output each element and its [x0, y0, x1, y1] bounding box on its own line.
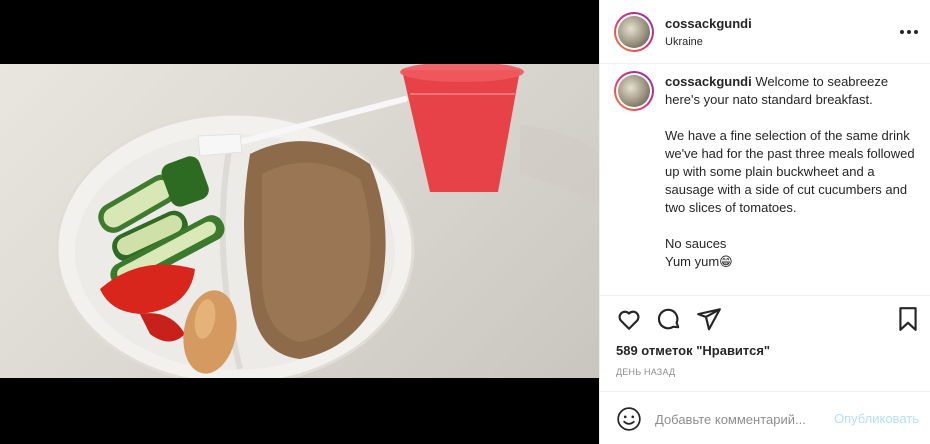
- more-horizontal-icon[interactable]: [899, 22, 919, 42]
- caption-line4: Yum yum😁: [665, 254, 733, 269]
- food-illustration: [55, 64, 599, 378]
- add-comment-bar: Опубликовать: [600, 391, 930, 444]
- post-date[interactable]: ДЕНЬ НАЗАД: [616, 367, 675, 377]
- caption-line2: We have a fine selection of the same dri…: [665, 128, 915, 215]
- heart-icon[interactable]: [616, 306, 642, 332]
- post-location[interactable]: Ukraine: [665, 36, 703, 48]
- post-sidebar: cossackgundi Ukraine cossackgundi Welcom…: [599, 0, 930, 444]
- post-actions: [600, 296, 930, 336]
- avatar[interactable]: [614, 12, 654, 52]
- comment-input[interactable]: [655, 408, 820, 430]
- post-username[interactable]: cossackgundi: [665, 16, 752, 31]
- caption-text: cossackgundi Welcome to seabreeze here's…: [665, 73, 920, 271]
- publish-button[interactable]: Опубликовать: [834, 411, 919, 426]
- bookmark-icon[interactable]: [895, 306, 921, 332]
- likes-count[interactable]: 589 отметок "Нравится": [616, 343, 770, 358]
- caption-avatar[interactable]: [614, 71, 654, 111]
- caption-area: cossackgundi Welcome to seabreeze here's…: [600, 64, 930, 296]
- caption-line3: No sauces: [665, 236, 727, 251]
- post-photo[interactable]: [0, 64, 599, 378]
- post-media: [0, 0, 599, 444]
- comment-icon[interactable]: [656, 306, 682, 332]
- smiley-icon[interactable]: [616, 406, 642, 432]
- post-header: cossackgundi Ukraine: [600, 0, 930, 64]
- caption-username[interactable]: cossackgundi: [665, 74, 752, 89]
- paper-plane-icon[interactable]: [696, 306, 722, 332]
